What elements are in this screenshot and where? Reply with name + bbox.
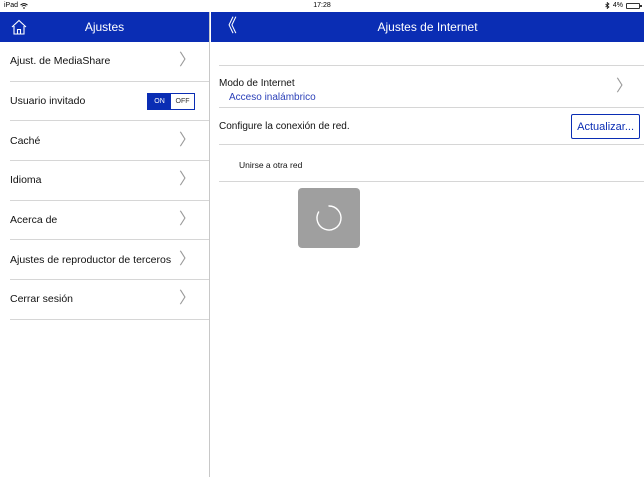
sidebar-item-third-party-player[interactable]: Ajustes de reproductor de terceros 〉 xyxy=(10,240,209,281)
battery-icon xyxy=(626,2,642,9)
sidebar-item-cache[interactable]: Caché 〉 xyxy=(10,121,209,162)
join-other-network-row[interactable]: Unirse a otra red xyxy=(219,146,644,182)
loading-spinner-icon xyxy=(316,205,342,231)
chevron-right-icon: 〉 xyxy=(178,171,195,189)
chevron-right-icon: 〉 xyxy=(178,290,195,308)
sidebar-item-language[interactable]: Idioma 〉 xyxy=(10,161,209,201)
internet-mode-label: Modo de Internet xyxy=(219,78,295,89)
sidebar-item-label: Ajust. de MediaShare xyxy=(10,55,111,68)
status-time: 17:28 xyxy=(313,2,331,9)
loading-overlay xyxy=(298,188,360,248)
join-other-network-label: Unirse a otra red xyxy=(239,160,303,170)
network-config-row: Configure la conexión de red. Actualizar… xyxy=(219,109,644,145)
chevron-right-icon: 〉 xyxy=(178,131,195,149)
refresh-button[interactable]: Actualizar... xyxy=(571,114,640,139)
chevron-right-icon: 〉 xyxy=(178,211,195,229)
toggle-off[interactable]: OFF xyxy=(171,93,194,109)
main-header: 《 Ajustes de Internet xyxy=(211,12,644,42)
sidebar-title: Ajustes xyxy=(84,20,125,34)
chevron-right-icon: 〉 xyxy=(178,52,195,70)
bluetooth-icon xyxy=(605,2,610,9)
internet-mode-value: Acceso inalámbrico xyxy=(229,92,316,103)
status-bar: iPad 17:28 4% xyxy=(0,0,644,12)
sidebar-item-guest-user: Usuario invitado ON OFF xyxy=(10,82,209,122)
status-right: 4% xyxy=(605,2,642,9)
settings-sidebar: Ajustes Ajust. de MediaShare 〉 Usuario i… xyxy=(0,12,210,477)
sidebar-list: Ajust. de MediaShare 〉 Usuario invitado … xyxy=(0,42,209,320)
battery-percent: 4% xyxy=(612,2,623,9)
internet-settings-panel: 《 Ajustes de Internet Modo de Internet A… xyxy=(211,12,644,477)
network-config-label: Configure la conexión de red. xyxy=(219,121,350,132)
sidebar-item-label: Acerca de xyxy=(10,214,58,227)
internet-mode-row[interactable]: Modo de Internet Acceso inalámbrico 〉 xyxy=(219,67,644,108)
sidebar-item-label: Caché xyxy=(10,134,41,147)
sidebar-item-label: Cerrar sesión xyxy=(10,293,74,306)
sidebar-item-logout[interactable]: Cerrar sesión 〉 xyxy=(10,280,209,320)
spacer-row xyxy=(219,42,644,66)
guest-user-toggle[interactable]: ON OFF xyxy=(147,92,195,110)
sidebar-item-label: Idioma xyxy=(10,174,42,187)
sidebar-item-mediashare[interactable]: Ajust. de MediaShare 〉 xyxy=(10,42,209,82)
page-title: Ajustes de Internet xyxy=(377,20,478,34)
sidebar-item-label: Ajustes de reproductor de terceros xyxy=(10,253,172,266)
sidebar-item-about[interactable]: Acerca de 〉 xyxy=(10,201,209,241)
sidebar-item-label: Usuario invitado xyxy=(10,95,86,108)
sidebar-header: Ajustes xyxy=(0,12,209,42)
chevron-right-icon: 〉 xyxy=(615,78,632,95)
chevron-right-icon: 〉 xyxy=(178,250,195,268)
toggle-on[interactable]: ON xyxy=(148,93,171,109)
